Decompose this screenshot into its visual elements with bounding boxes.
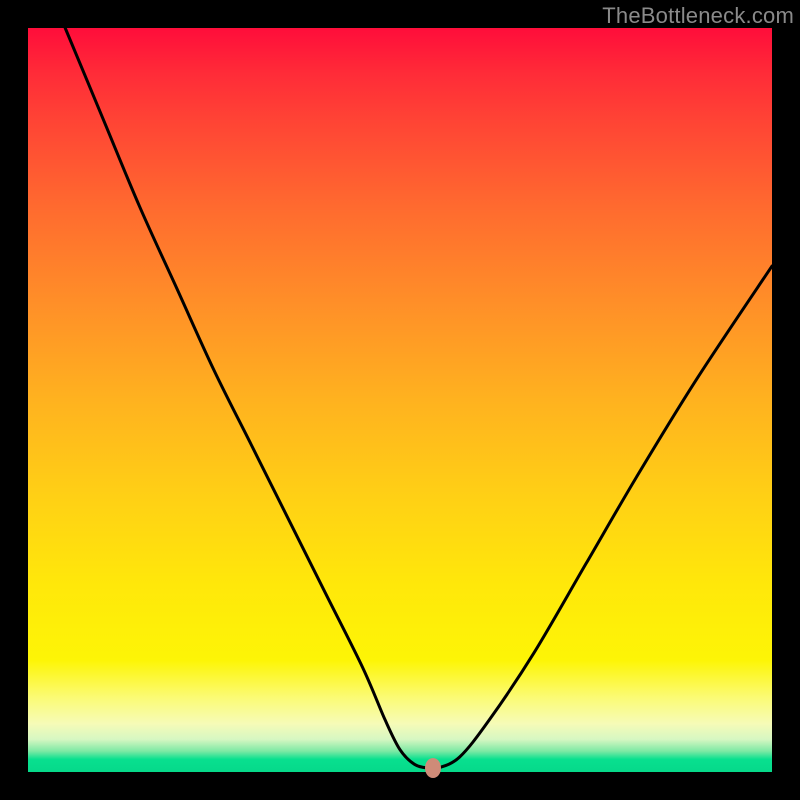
chart-frame: TheBottleneck.com xyxy=(0,0,800,800)
optimum-marker xyxy=(425,758,441,778)
plot-area xyxy=(28,28,772,772)
bottleneck-curve xyxy=(28,28,772,772)
watermark-text: TheBottleneck.com xyxy=(602,3,794,29)
